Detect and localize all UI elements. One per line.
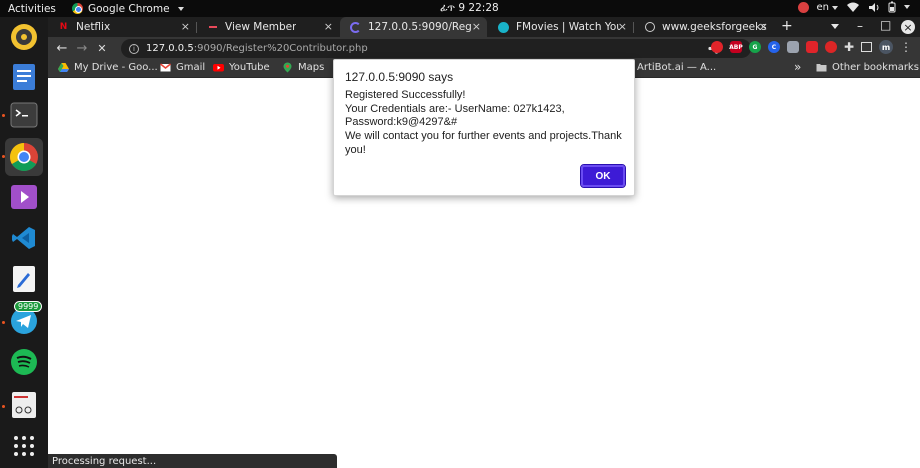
terminal-icon (10, 102, 38, 128)
chevron-down-icon (177, 6, 184, 11)
status-indicator-icon[interactable] (797, 1, 809, 13)
bookmark-youtube[interactable]: YouTube (213, 62, 270, 73)
spotify-icon (11, 349, 37, 375)
wifi-icon[interactable] (846, 2, 860, 13)
tab-register-contributor[interactable]: 127.0.0.5:9090/Registe × (340, 17, 487, 37)
running-indicator (2, 405, 5, 408)
battery-icon[interactable] (888, 1, 896, 13)
dock-rhythmbox[interactable] (8, 21, 40, 53)
forward-button[interactable]: → (72, 41, 92, 56)
ok-button[interactable]: OK (580, 164, 626, 188)
info-icon[interactable]: i (129, 43, 139, 54)
dock-terminal[interactable] (8, 99, 40, 131)
dialog-message: Registered Successfully! Your Credential… (345, 89, 622, 156)
bookmarks-overflow-button[interactable]: » (794, 60, 801, 74)
dock-document-app[interactable] (8, 389, 40, 421)
bookmark-other-bookmarks[interactable]: Other bookmarks (816, 62, 919, 73)
tab-search-button[interactable] (831, 24, 839, 29)
address-bar[interactable]: i 127.0.0.5:9090/Register%20Contributor.… (121, 39, 751, 58)
maximize-button[interactable]: □ (880, 18, 891, 32)
bookmark-my-drive[interactable]: My Drive - Goo... (58, 62, 158, 73)
dock-document-viewer[interactable] (8, 61, 40, 93)
alert-dialog: 127.0.0.5:9090 says Registered Successfu… (333, 59, 635, 196)
puzzle-icon[interactable]: ✚ (844, 40, 854, 54)
app-name: Google Chrome (88, 2, 170, 15)
close-icon[interactable]: × (181, 20, 190, 33)
loading-dash-icon (207, 22, 218, 33)
play-circle-icon (498, 21, 509, 33)
close-icon[interactable]: × (759, 20, 768, 33)
dock-google-chrome[interactable] (5, 138, 43, 176)
extensions-area: ABP G C ✚ m ⋮ (710, 40, 912, 54)
kebab-menu-icon[interactable]: ⋮ (900, 41, 912, 53)
url-host: 127.0.0.5 (146, 43, 194, 54)
play-icon (11, 185, 37, 209)
tab-geeksforgeeks[interactable]: www.geeksforgeeks.o × (634, 17, 774, 37)
apps-grid-icon (14, 436, 34, 456)
close-icon[interactable]: × (618, 20, 627, 33)
tab-strip: N Netflix × View Member × 127.0.0.5:9090… (48, 17, 920, 37)
globe-icon (644, 22, 655, 33)
tab-netflix[interactable]: N Netflix × (48, 17, 196, 37)
maps-pin-icon (283, 62, 292, 73)
dock-video-player[interactable] (8, 181, 40, 213)
browser-toolbar: ← → ✕ i 127.0.0.5:9090/Register%20Contri… (48, 37, 920, 59)
new-tab-button[interactable]: + (781, 18, 793, 34)
close-window-button[interactable]: × (901, 20, 915, 34)
adblock-icon[interactable]: ABP (729, 41, 743, 53)
extension-badge-icon[interactable] (805, 41, 818, 53)
notification-badge: 9999 (14, 301, 43, 312)
loading-spinner-icon (350, 21, 361, 33)
dock-vscode[interactable] (8, 222, 40, 254)
dock-text-editor[interactable] (8, 263, 40, 295)
drive-icon (58, 63, 69, 72)
tab-view-member[interactable]: View Member × (197, 17, 339, 37)
minimize-button[interactable]: – (857, 19, 863, 33)
folder-icon (816, 64, 827, 72)
extension-red-icon[interactable] (710, 41, 723, 53)
language-selector[interactable]: en (817, 2, 838, 13)
grammarly-icon[interactable]: G (748, 41, 761, 53)
youtube-icon (213, 64, 224, 72)
dock-telegram[interactable]: 9999 (8, 301, 43, 337)
stop-button[interactable]: ✕ (92, 42, 112, 55)
volume-icon[interactable] (868, 2, 880, 13)
gmail-icon (160, 63, 171, 72)
url-path: :9090/Register%20Contributor.php (193, 43, 368, 54)
document-icon (13, 64, 35, 90)
dock-spotify[interactable] (8, 346, 40, 378)
tab-fmovies[interactable]: FMovies | Watch Youn × (488, 17, 633, 37)
system-top-bar: Activities Google Chrome ፊጥ 9 22:28 en (0, 0, 920, 17)
reader-icon (12, 392, 36, 418)
bookmark-maps[interactable]: Maps (282, 62, 324, 73)
chevron-down-icon[interactable] (904, 5, 910, 9)
status-bubble: Processing request... (48, 454, 337, 468)
clock[interactable]: ፊጥ 9 22:28 (440, 2, 499, 15)
close-icon[interactable]: × (324, 20, 333, 33)
running-indicator (2, 321, 5, 324)
bookmark-gmail[interactable]: Gmail (160, 62, 205, 73)
pencil-icon (13, 266, 35, 292)
system-tray[interactable]: en (797, 1, 910, 13)
dialog-title: 127.0.0.5:9090 says (345, 70, 454, 84)
extension-blue-icon[interactable]: C (767, 41, 780, 53)
speaker-icon (11, 24, 37, 50)
chrome-icon (10, 143, 38, 171)
running-indicator (2, 114, 5, 117)
dock: 9999 (0, 17, 48, 468)
side-panel-icon[interactable] (861, 42, 872, 52)
back-button[interactable]: ← (52, 41, 72, 56)
bookmark-artibot[interactable]: ArtiBot.ai — A... (637, 62, 716, 73)
close-icon[interactable]: × (472, 20, 481, 33)
vscode-icon (12, 227, 35, 249)
activities-button[interactable]: Activities (0, 3, 60, 15)
profile-avatar[interactable]: m (879, 40, 893, 54)
dock-show-applications[interactable] (8, 430, 40, 462)
netflix-icon: N (59, 22, 68, 32)
shield-icon[interactable] (786, 41, 799, 53)
chevron-down-icon (832, 5, 838, 10)
extension-record-icon[interactable] (824, 41, 837, 53)
app-menu[interactable]: Google Chrome (72, 3, 184, 15)
chrome-icon (72, 3, 83, 14)
